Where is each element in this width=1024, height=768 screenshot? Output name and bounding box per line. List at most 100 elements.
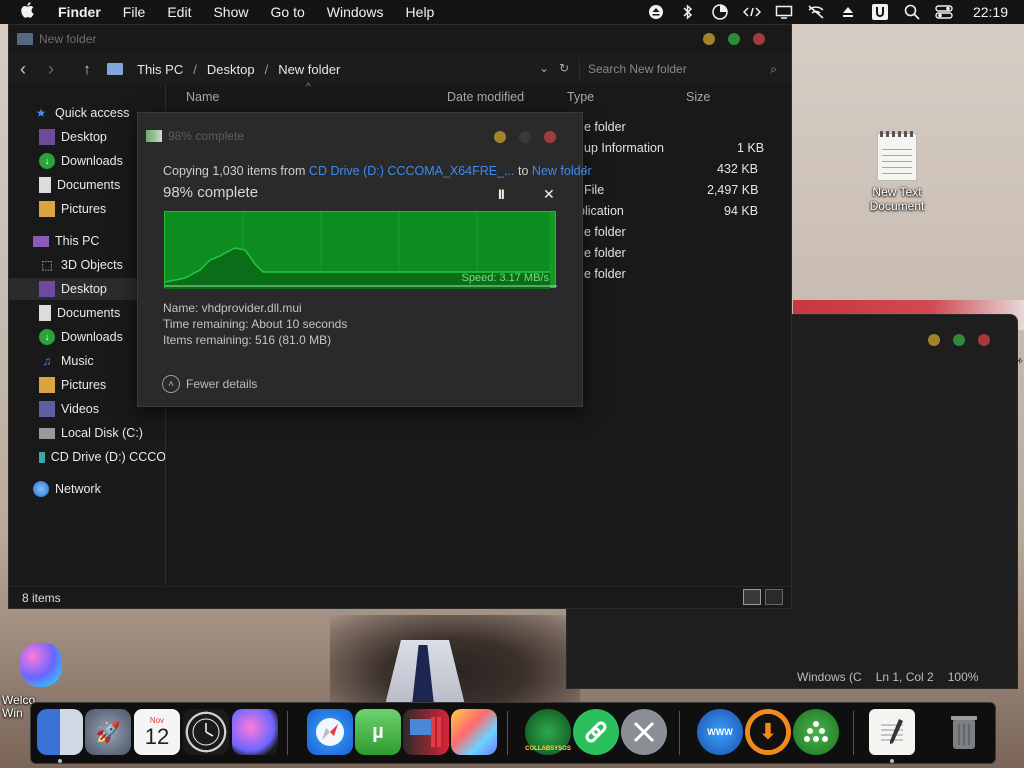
sidebar-item-label: Network [55, 482, 101, 496]
dock-separator [853, 711, 854, 755]
apple-menu-icon[interactable] [18, 2, 38, 22]
sidebar-item-cd-drive[interactable]: CD Drive (D:) CCCO [9, 446, 165, 468]
copy-source-link[interactable]: CD Drive (D:) CCCOMA_X64FRE_... [309, 164, 515, 178]
utorrent-icon[interactable]: µ [355, 709, 401, 755]
link-chain-icon[interactable] [573, 709, 619, 755]
team-app-icon[interactable] [793, 709, 839, 755]
item-count: 8 items [22, 590, 61, 605]
downloader-icon[interactable]: ⬇ [745, 709, 791, 755]
minimize-button[interactable] [494, 131, 506, 143]
large-icons-view-button[interactable] [765, 589, 783, 605]
close-button[interactable] [753, 33, 765, 45]
menu-clock[interactable]: 22:19 [973, 4, 1008, 20]
explorer-title: New folder [39, 32, 97, 46]
file-row-type[interactable]: File [584, 183, 604, 197]
editor-zoom: 100% [947, 670, 979, 684]
folder-icon [17, 33, 33, 45]
siri-icon[interactable] [232, 709, 278, 755]
file-row-type[interactable]: up Information [584, 141, 664, 155]
eject-icon[interactable] [647, 4, 665, 20]
photos-icon[interactable] [451, 709, 497, 755]
copy-percent: 98% complete [163, 184, 259, 201]
safari-compass-icon[interactable] [307, 709, 353, 755]
current-file-name: Name: vhdprovider.dll.mui [163, 301, 302, 315]
dock-separator [287, 711, 288, 755]
column-header-name[interactable]: Name [186, 85, 219, 109]
chevron-up-icon: ˄ [162, 375, 180, 393]
file-row-type[interactable]: e folder [584, 225, 626, 239]
zoom-button[interactable] [519, 131, 531, 143]
copy-dialog-title: 98% complete [168, 129, 245, 143]
wifi-off-icon[interactable] [807, 4, 825, 20]
bluetooth-icon[interactable] [679, 4, 697, 20]
u-icon[interactable] [871, 4, 889, 20]
trash-icon[interactable] [941, 709, 987, 755]
column-header-date-modified[interactable]: Date modified [447, 85, 524, 109]
pictures-icon [39, 377, 55, 393]
chevron-down-icon[interactable]: ⌄ [539, 61, 549, 75]
speed-readout: Speed: 3.17 MB/s [461, 272, 549, 284]
menu-go-to[interactable]: Go to [271, 4, 305, 20]
menu-windows[interactable]: Windows [327, 4, 384, 20]
details-view-button[interactable] [743, 589, 761, 605]
close-button[interactable] [978, 334, 990, 346]
cancel-copy-icon[interactable]: ✕ [543, 186, 555, 203]
download-icon: ↓ [39, 329, 55, 345]
file-row-type[interactable]: e folder [584, 246, 626, 260]
desktop-icon [39, 129, 55, 145]
pause-icon[interactable]: II [498, 186, 505, 202]
search-input[interactable]: Search New folder ⌕ [579, 57, 785, 81]
control-center-icon[interactable] [935, 4, 953, 20]
system-tools-icon[interactable] [621, 709, 667, 755]
menu-edit[interactable]: Edit [167, 4, 191, 20]
breadcrumb-new-folder[interactable]: New folder [278, 62, 340, 77]
items-remaining: Items remaining: 516 (81.0 MB) [163, 333, 332, 347]
fewer-details-label: Fewer details [186, 377, 258, 391]
sidebar-item-local-disk[interactable]: Local Disk (C:) [9, 422, 165, 444]
file-row-type[interactable]: plication [578, 204, 624, 218]
internet-globe-icon[interactable]: WWW [697, 709, 743, 755]
menu-help[interactable]: Help [406, 4, 435, 20]
breadcrumb-this-pc[interactable]: This PC [137, 62, 183, 77]
search-icon[interactable]: ⌕ [770, 62, 777, 77]
calendar-icon[interactable]: Nov 12 [134, 709, 180, 755]
menu-app-name[interactable]: Finder [58, 4, 101, 20]
desktop-icon-new-text-document[interactable]: New Text Document [857, 131, 937, 213]
copy-destination-link[interactable]: New folder [532, 164, 592, 178]
welcome-label-line2: Win [2, 706, 23, 720]
copy-progress-dialog[interactable]: 98% complete Copying 1,030 items from CD… [137, 112, 592, 407]
minimize-button[interactable] [703, 33, 715, 45]
display-icon[interactable] [775, 4, 793, 20]
file-row-type[interactable]: e folder [584, 267, 626, 281]
file-row-type[interactable]: e folder [584, 120, 626, 134]
finder-icon[interactable] [37, 709, 83, 755]
code-icon[interactable] [742, 4, 761, 20]
parallels-icon[interactable] [403, 709, 449, 755]
zoom-button[interactable] [728, 33, 740, 45]
column-header-type[interactable]: Type [567, 85, 594, 109]
search-icon[interactable] [903, 4, 921, 20]
breadcrumb-desktop[interactable]: Desktop [207, 62, 255, 77]
apple-logo-icon [20, 643, 62, 687]
network-icon [33, 481, 49, 497]
up-arrow-icon[interactable]: ↑ [73, 55, 101, 83]
clock-icon[interactable] [183, 709, 229, 755]
download-icon: ↓ [39, 153, 55, 169]
pie-chart-icon[interactable] [711, 4, 729, 20]
forward-arrow-icon[interactable]: › [37, 55, 65, 83]
refresh-icon[interactable]: ↻ [559, 61, 569, 75]
fewer-details-button[interactable]: ˄ Fewer details [162, 375, 257, 393]
menu-file[interactable]: File [123, 4, 146, 20]
collabsysos-icon[interactable]: COLLABSYSOS [525, 709, 571, 755]
sidebar-item-network[interactable]: Network [9, 478, 165, 500]
close-button[interactable] [544, 131, 556, 143]
upload-icon[interactable] [839, 4, 857, 20]
menu-show[interactable]: Show [213, 4, 248, 20]
minimize-button[interactable] [928, 334, 940, 346]
launchpad-rocket-icon[interactable]: 🚀 [85, 709, 131, 755]
time-remaining: Time remaining: About 10 seconds [163, 317, 348, 331]
zoom-button[interactable] [953, 334, 965, 346]
back-arrow-icon[interactable]: ‹ [9, 55, 37, 83]
column-header-size[interactable]: Size [686, 85, 710, 109]
textedit-icon[interactable] [869, 709, 915, 755]
